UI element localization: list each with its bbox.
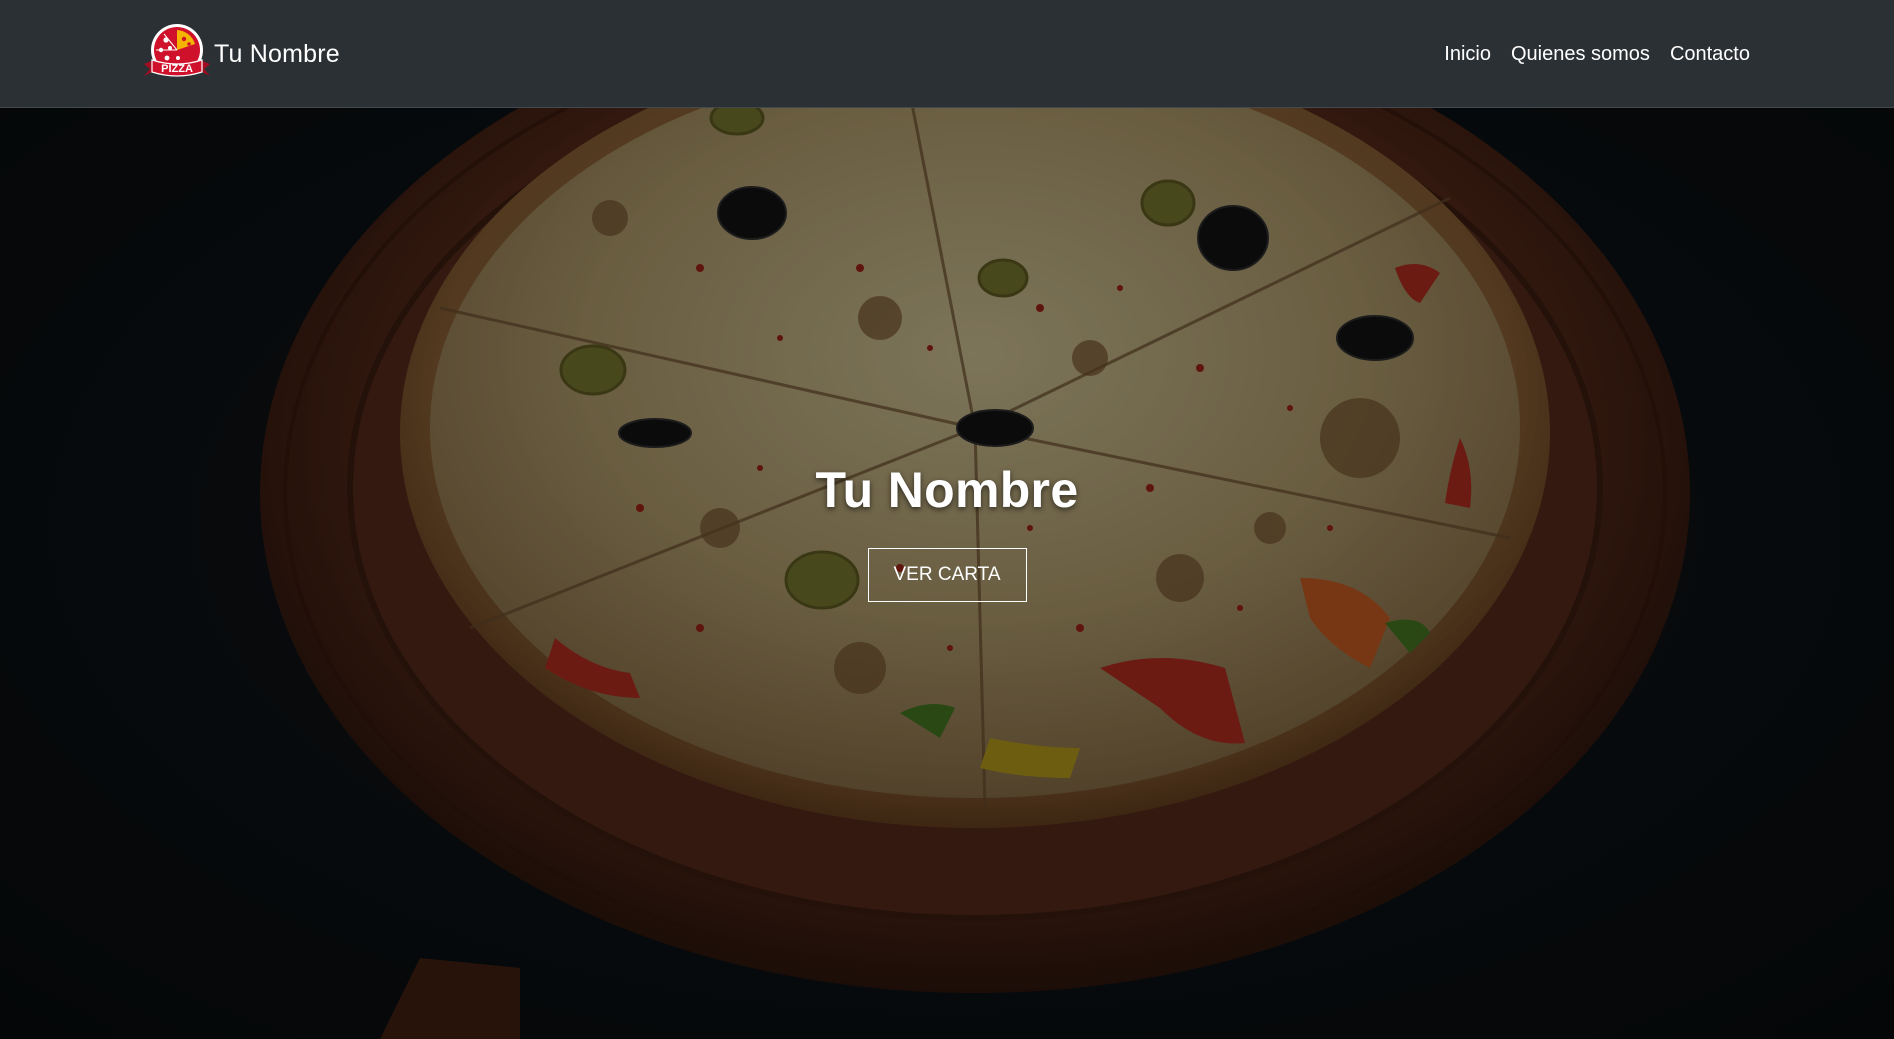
ver-carta-button[interactable]: VER CARTA — [867, 548, 1027, 602]
hero-content: Tu Nombre VER CARTA — [0, 463, 1894, 602]
nav-link-quienes-somos[interactable]: Quienes somos — [1511, 43, 1650, 66]
hero-title: Tu Nombre — [815, 462, 1079, 518]
nav-link-contacto[interactable]: Contacto — [1670, 43, 1750, 66]
navbar: PIZZA Tu Nombre Inicio Quienes somos Con… — [0, 0, 1894, 108]
page: PIZZA Tu Nombre Inicio Quienes somos Con… — [0, 0, 1894, 1039]
brand-name: Tu Nombre — [214, 39, 340, 68]
logo-text: PIZZA — [161, 63, 193, 75]
nav-links: Inicio Quienes somos Contacto — [1444, 0, 1750, 108]
hero-section: Tu Nombre VER CARTA — [0, 108, 1894, 1039]
brand-link[interactable]: PIZZA Tu Nombre — [140, 20, 340, 88]
nav-link-inicio[interactable]: Inicio — [1444, 43, 1491, 66]
pizza-logo-icon: PIZZA — [144, 24, 210, 77]
